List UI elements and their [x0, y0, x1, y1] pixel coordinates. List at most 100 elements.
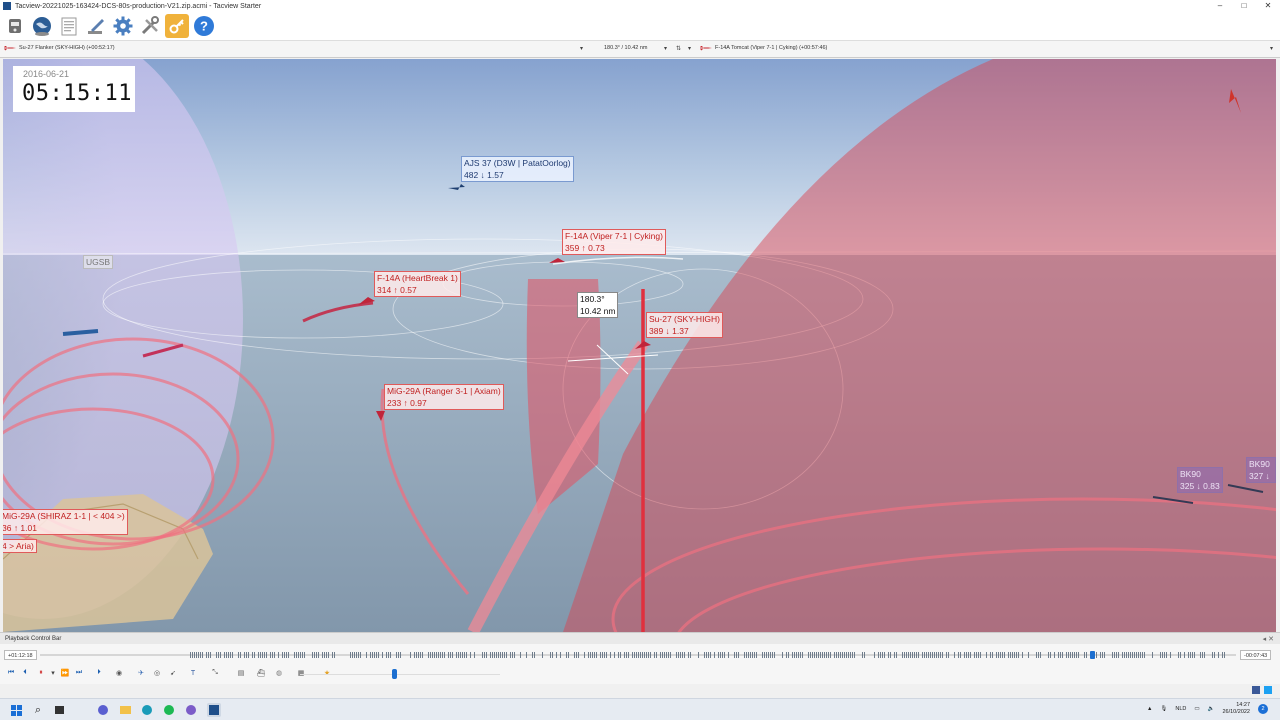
timeline-event-tick: [916, 652, 917, 658]
ship-icon[interactable]: ⛴: [256, 668, 266, 678]
tools-button[interactable]: [138, 14, 162, 38]
twitter-icon[interactable]: [1264, 686, 1272, 694]
timeline-slider[interactable]: [40, 651, 1236, 659]
pause-icon[interactable]: ⏸: [36, 668, 46, 678]
aircraft-label-su27[interactable]: Su-27 (SKY-HIGH) 389 ↓ 1.37: [646, 312, 724, 338]
spotify-icon[interactable]: [162, 703, 176, 717]
aircraft-label-mig29-shiraz[interactable]: MiG-29A (SHIRAZ 1-1 | < 404 >) 36 ↑ 1.01: [3, 509, 128, 535]
aircraft-label-aria[interactable]: 4 > Aria): [3, 539, 37, 553]
start-icon[interactable]: [9, 703, 23, 717]
recorder-button[interactable]: [3, 14, 27, 38]
tray-expand-icon[interactable]: ▲: [1147, 706, 1152, 712]
aircraft-label-f14-heartbreak[interactable]: F-14A (HeartBreak 1) 314 ↑ 0.57: [374, 271, 461, 297]
timeline-event-tick: [496, 652, 497, 658]
cockpit-view-icon[interactable]: ✈: [136, 668, 146, 678]
recorder-icon: [9, 19, 21, 33]
skip-to-end-icon[interactable]: ⏭: [74, 668, 84, 678]
grid-icon[interactable]: ▦: [296, 668, 306, 678]
measure-tool-icon[interactable]: ⤡: [210, 668, 220, 678]
timeline-event-tick: [262, 652, 263, 658]
chat-icon[interactable]: [96, 703, 110, 717]
maximize-button[interactable]: □: [1232, 0, 1256, 12]
primary-dropdown-icon[interactable]: ▾: [580, 45, 583, 52]
settings-button[interactable]: [111, 14, 135, 38]
swap-icon[interactable]: ⇅: [676, 45, 681, 52]
airbase-label[interactable]: UGSB: [83, 255, 114, 269]
language-indicator[interactable]: NLD: [1175, 706, 1186, 712]
aircraft-label-ajs37[interactable]: AJS 37 (D3W | PatatOorlog) 482 ↓ 1.57: [461, 156, 574, 182]
playback-bar-buttons[interactable]: ◂ ✕: [1263, 635, 1274, 643]
discord-icon[interactable]: [184, 703, 198, 717]
timeline-knob[interactable]: [1090, 651, 1095, 659]
secondary-expand-icon[interactable]: ▾: [1270, 45, 1273, 52]
layers-icon[interactable]: ▤: [236, 668, 246, 678]
secondary-object-selector[interactable]: F-14A Tomcat (Viper 7-1 | Cyking) (+00:5…: [700, 45, 827, 51]
help-button[interactable]: ?: [192, 14, 216, 38]
secondary-dropdown-icon[interactable]: ▾: [688, 45, 691, 52]
step-forward-icon[interactable]: ⏵: [94, 668, 104, 678]
timeline-event-tick: [906, 652, 907, 658]
edge-icon[interactable]: [140, 703, 154, 717]
chase-view-icon[interactable]: ➹: [168, 668, 178, 678]
timeline-event-tick: [270, 652, 271, 658]
external-view-icon[interactable]: ◎: [152, 668, 162, 678]
timeline-event-tick: [724, 652, 725, 658]
timeline-event-tick: [996, 652, 997, 658]
volume-icon[interactable]: 🔈: [1208, 706, 1215, 712]
playback-speed-track[interactable]: [300, 674, 500, 675]
3d-viewport[interactable]: 2016-06-21 05:15:11 AJS 37 (D3W | PatatO…: [3, 59, 1276, 632]
timeline-event-tick: [506, 652, 507, 658]
notification-badge[interactable]: 2: [1258, 704, 1268, 714]
camera-mode-icon[interactable]: ◉: [114, 668, 124, 678]
timeline-event-tick: [664, 652, 665, 658]
globe-small-icon[interactable]: ◍: [274, 668, 284, 678]
bookmark-star-icon[interactable]: ★: [322, 668, 332, 678]
timeline-event-tick: [668, 652, 669, 658]
edit-icon: [88, 19, 104, 34]
timeline-event-tick: [232, 652, 233, 658]
primary-object-selector[interactable]: Su-27 Flanker (SKY-HIGH) (+00:52:17): [4, 45, 115, 51]
timeline-event-tick: [634, 652, 635, 658]
tacview-taskbar-icon[interactable]: [207, 703, 221, 717]
timeline-event-tick: [970, 652, 971, 658]
document-button[interactable]: [57, 14, 81, 38]
timeline-event-tick: [422, 652, 423, 658]
file-explorer-icon[interactable]: [118, 703, 132, 717]
measure-dropdown-icon[interactable]: ▾: [664, 45, 667, 52]
speed-dropdown-icon[interactable]: ▾: [48, 668, 58, 678]
taskbar-clock[interactable]: 14:27 26/10/2022: [1222, 702, 1250, 716]
timeline-event-tick: [332, 652, 333, 658]
timeline-event-tick: [932, 652, 933, 658]
playback-speed-knob[interactable]: [392, 669, 397, 679]
fast-forward-icon[interactable]: ⏩: [60, 668, 70, 678]
weapon-label-bk90[interactable]: BK90 325 ↓ 0.83: [1177, 467, 1223, 493]
timeline-event-tick: [1004, 652, 1005, 658]
microphone-icon[interactable]: 🎙: [1160, 706, 1167, 712]
edit-button[interactable]: [84, 14, 108, 38]
timeline-event-tick: [278, 652, 279, 658]
timeline-event-tick: [434, 652, 435, 658]
network-icon[interactable]: ▭: [1194, 706, 1199, 712]
close-window-button[interactable]: ✕: [1256, 0, 1280, 12]
task-view-icon[interactable]: [52, 703, 66, 717]
minimize-button[interactable]: –: [1208, 0, 1232, 12]
timeline-event-tick: [966, 652, 967, 658]
timeline-event-tick: [822, 652, 823, 658]
text-tool-icon[interactable]: T: [188, 668, 198, 678]
timeline-event-tick: [720, 652, 721, 658]
timeline-event-tick: [1112, 652, 1113, 658]
weapon-label-bk90-second[interactable]: BK90 327 ↓: [1246, 457, 1276, 483]
timeline-event-tick: [498, 652, 499, 658]
skip-to-start-icon[interactable]: ⏮: [6, 668, 16, 678]
timeline-event-tick: [908, 652, 909, 658]
step-back-icon[interactable]: ⏴: [20, 668, 30, 678]
aircraft-label-f14-viper[interactable]: F-14A (Viper 7-1 | Cyking) 359 ↑ 0.73: [562, 229, 666, 255]
aircraft-label-mig29-ranger[interactable]: MiG-29A (Ranger 3-1 | Axiam) 233 ↑ 0.97: [384, 384, 504, 410]
object-selector-bar: Su-27 Flanker (SKY-HIGH) (+00:52:17) ▾ 1…: [0, 40, 1280, 58]
search-icon[interactable]: ⌕: [31, 703, 45, 717]
svg-text:?: ?: [200, 19, 208, 34]
timeline-event-tick: [746, 652, 747, 658]
facebook-icon[interactable]: [1252, 686, 1260, 694]
globe-button[interactable]: [30, 14, 54, 38]
key-button[interactable]: [165, 14, 189, 38]
